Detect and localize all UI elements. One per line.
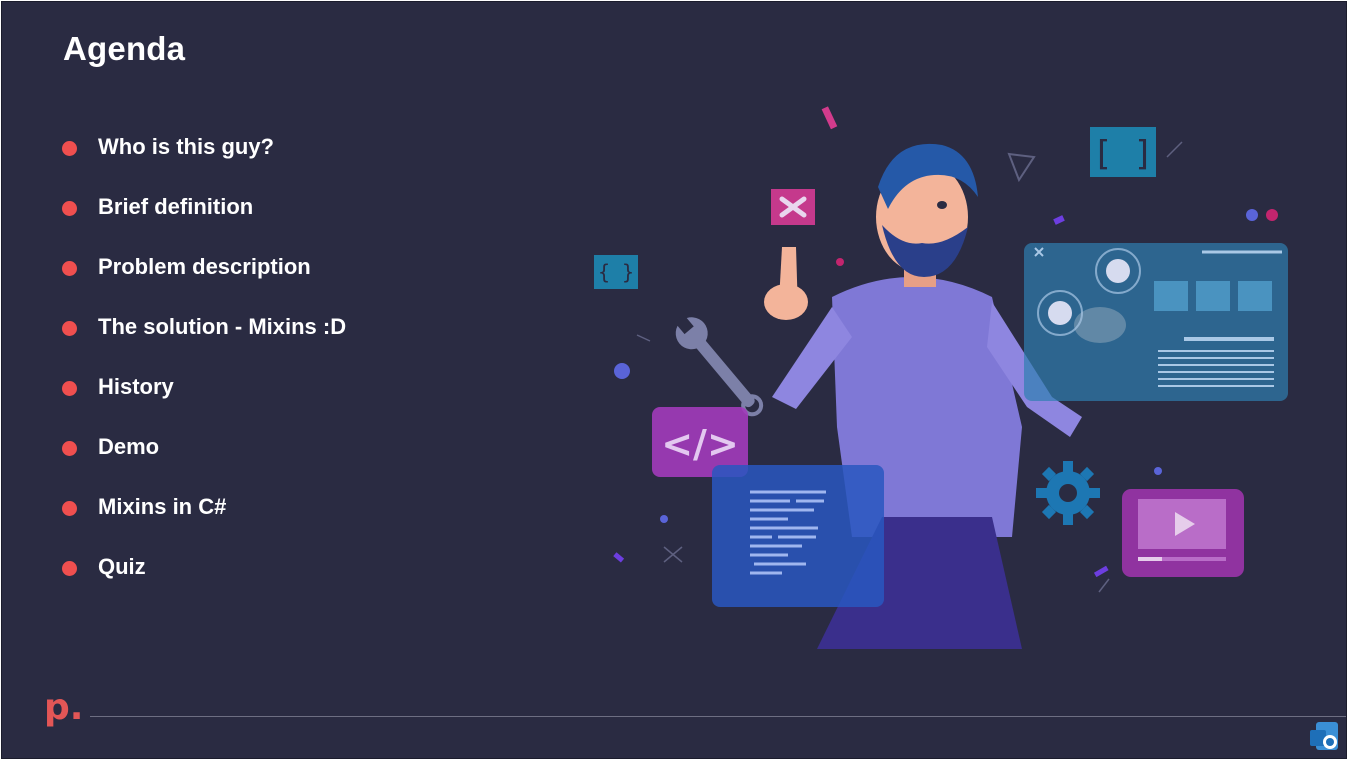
wrench-icon <box>674 314 764 417</box>
bullet-dot-icon <box>62 201 77 216</box>
bullet-dot-icon <box>62 261 77 276</box>
confetti-icon <box>821 106 838 130</box>
confetti-icon <box>1093 565 1109 578</box>
dot-icon <box>1266 209 1278 221</box>
agenda-item-label: Problem description <box>98 254 311 279</box>
bullet-dot-icon <box>62 141 77 156</box>
confetti-icon <box>613 552 625 563</box>
confetti-icon <box>1053 215 1065 225</box>
dot-icon <box>1154 467 1162 475</box>
company-logo: p. <box>44 687 84 728</box>
bullet-dot-icon <box>62 381 77 396</box>
triangle-outline-icon <box>1007 152 1036 183</box>
agenda-item-label: Quiz <box>98 554 146 579</box>
dot-icon <box>1246 209 1258 221</box>
agenda-item-label: Brief definition <box>98 194 254 219</box>
svg-text:{ }: { } <box>598 260 634 284</box>
slide-title: Agenda <box>63 30 186 67</box>
bullet-dot-icon <box>62 561 77 576</box>
agenda-item-label: History <box>98 374 174 399</box>
bullet-dot-icon <box>62 441 77 456</box>
bullet-dot-icon <box>62 501 77 516</box>
bullet-dot-icon <box>62 321 77 336</box>
dot-icon <box>660 515 668 523</box>
dot-icon <box>836 258 844 266</box>
agenda-item-label: The solution - Mixins :D <box>98 314 347 339</box>
agenda-item-label: Mixins in C# <box>98 494 227 519</box>
developer-illustration-icon: [ ] { } </> <box>594 106 1288 649</box>
gear-icon <box>1036 461 1100 525</box>
teams-app-icon[interactable] <box>1308 720 1342 754</box>
dot-icon <box>614 363 630 379</box>
svg-text:[ ]: [ ] <box>1092 134 1153 174</box>
agenda-item-label: Demo <box>98 434 160 459</box>
footer-divider <box>90 716 1346 717</box>
agenda-item-label: Who is this guy? <box>98 134 274 159</box>
slide: Agenda Who is this guy? Brief definition… <box>1 1 1347 759</box>
svg-text:</>: </> <box>661 422 739 466</box>
